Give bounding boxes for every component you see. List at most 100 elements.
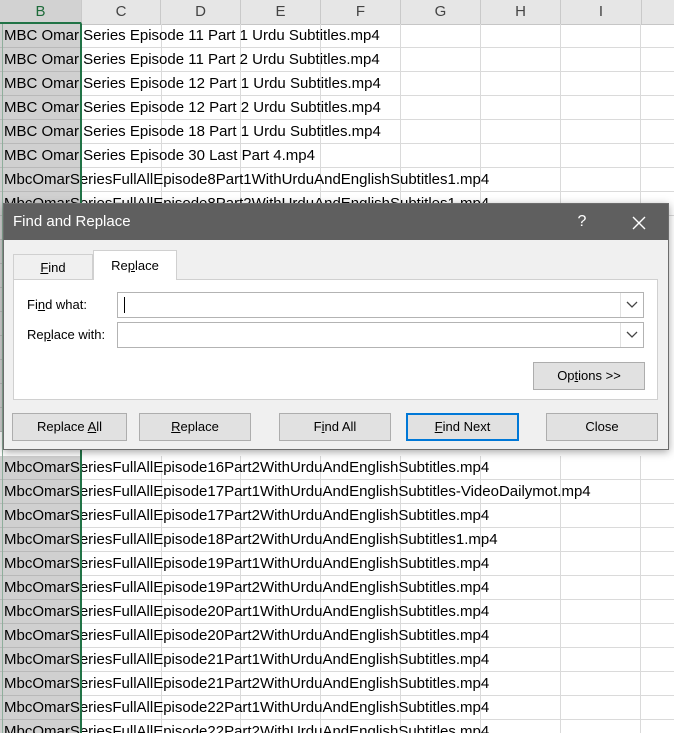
table-row: MbcOmarSeriesFullAllEpisode21Part1WithUr… <box>0 648 674 672</box>
table-row: MbcOmarSeriesFullAllEpisode21Part2WithUr… <box>0 672 674 696</box>
table-row: MbcOmarSeriesFullAllEpisode20Part1WithUr… <box>0 600 674 624</box>
replace-with-label-post: lace with: <box>50 327 106 342</box>
tab-replace-label-pre: Re <box>111 258 128 273</box>
grid-line <box>560 144 561 168</box>
table-row: MbcOmarSeriesFullAllEpisode20Part2WithUr… <box>0 624 674 648</box>
grid-line <box>560 168 561 192</box>
cell-value: MBC Omar Series Episode 12 Part 1 Urdu S… <box>4 75 381 92</box>
replace-all-label-key: A <box>87 419 97 434</box>
find-what-label-pre: Fi <box>27 297 38 312</box>
find-what-input[interactable] <box>122 295 612 315</box>
cell-value: MbcOmarSeriesFullAllEpisode19Part2WithUr… <box>4 579 490 596</box>
table-row: MbcOmarSeriesFullAllEpisode17Part1WithUr… <box>0 480 674 504</box>
cell-value: MbcOmarSeriesFullAllEpisode18Part2WithUr… <box>4 531 498 548</box>
grid-line <box>560 528 561 552</box>
cell-value: MBC Omar Series Episode 11 Part 1 Urdu S… <box>4 27 380 44</box>
grid-line <box>640 96 641 120</box>
table-row: MbcOmarSeriesFullAllEpisode18Part2WithUr… <box>0 528 674 552</box>
cell-value: MbcOmarSeriesFullAllEpisode21Part1WithUr… <box>4 651 490 668</box>
grid-line <box>560 24 561 48</box>
grid-line <box>560 600 561 624</box>
replace-with-combo[interactable] <box>117 322 644 348</box>
table-row: MbcOmarSeriesFullAllEpisode22Part1WithUr… <box>0 696 674 720</box>
grid-line <box>640 600 641 624</box>
find-what-combo[interactable] <box>117 292 644 318</box>
grid-line <box>560 96 561 120</box>
replace-label-key: R <box>171 419 181 434</box>
cell-value: MBC Omar Series Episode 12 Part 2 Urdu S… <box>4 99 381 116</box>
cell-value: MBC Omar Series Episode 18 Part 1 Urdu S… <box>4 123 381 140</box>
cell-value: MbcOmarSeriesFullAllEpisode19Part1WithUr… <box>4 555 490 572</box>
replace-with-input[interactable] <box>122 325 612 345</box>
replace-label-post: eplace <box>180 419 219 434</box>
cell-value: MbcOmarSeriesFullAllEpisode22Part2WithUr… <box>4 723 490 733</box>
grid-line <box>560 672 561 696</box>
replace-all-button[interactable]: Replace All <box>12 413 127 441</box>
column-header-b[interactable]: B <box>0 0 82 24</box>
dialog-titlebar[interactable]: Find and Replace ? <box>4 204 668 240</box>
table-row: MbcOmarSeriesFullAllEpisode8Part1WithUrd… <box>0 168 674 192</box>
cell-value: MbcOmarSeriesFullAllEpisode22Part1WithUr… <box>4 699 490 716</box>
find-next-label-key: F <box>434 419 443 434</box>
cell-value: MBC Omar Series Episode 11 Part 2 Urdu S… <box>4 51 380 68</box>
table-row: MBC Omar Series Episode 12 Part 2 Urdu S… <box>0 96 674 120</box>
find-all-button[interactable]: Find All <box>279 413 391 441</box>
tab-replace-label-post: lace <box>135 258 159 273</box>
grid-line <box>560 48 561 72</box>
grid-line <box>640 720 641 733</box>
grid-line <box>480 144 481 168</box>
table-row: MBC Omar Series Episode 30 Last Part 4.m… <box>0 144 674 168</box>
cell-value: MbcOmarSeriesFullAllEpisode16Part2WithUr… <box>4 459 490 476</box>
grid-line <box>560 120 561 144</box>
replace-button[interactable]: Replace <box>139 413 251 441</box>
column-header-g[interactable]: G <box>401 0 481 24</box>
cell-value: MbcOmarSeriesFullAllEpisode21Part2WithUr… <box>4 675 490 692</box>
grid-line <box>640 648 641 672</box>
cell-value: MbcOmarSeriesFullAllEpisode20Part2WithUr… <box>4 627 490 644</box>
find-all-label-post: nd All <box>324 419 357 434</box>
close-button[interactable]: Close <box>546 413 658 441</box>
find-next-label-post: ind Next <box>442 419 491 434</box>
close-icon-glyph <box>632 216 646 230</box>
close-icon[interactable] <box>624 204 654 240</box>
replace-all-label-pre: Replace <box>36 419 88 434</box>
grid-line <box>560 72 561 96</box>
column-header-c[interactable]: C <box>82 0 161 24</box>
grid-line <box>640 624 641 648</box>
tab-replace[interactable]: Replace <box>93 250 177 280</box>
options-button-label-pre: Op <box>557 368 575 383</box>
table-row: MBC Omar Series Episode 12 Part 1 Urdu S… <box>0 72 674 96</box>
tab-find[interactable]: Find <box>13 254 93 280</box>
find-replace-dialog: Find and Replace ? Find Replace Find wha… <box>3 203 669 450</box>
grid-line <box>480 72 481 96</box>
options-button[interactable]: Options >> <box>533 362 645 390</box>
find-all-label-pre: F <box>313 419 322 434</box>
replace-with-label-pre: Re <box>27 327 44 342</box>
chevron-down-icon[interactable] <box>620 293 643 317</box>
help-button[interactable]: ? <box>569 204 595 240</box>
cell-value: MbcOmarSeriesFullAllEpisode17Part1WithUr… <box>4 483 591 500</box>
column-header-f[interactable]: F <box>321 0 401 24</box>
grid-line <box>400 48 401 72</box>
cell-value: MbcOmarSeriesFullAllEpisode20Part1WithUr… <box>4 603 490 620</box>
table-row: MBC Omar Series Episode 18 Part 1 Urdu S… <box>0 120 674 144</box>
find-next-button[interactable]: Find Next <box>406 413 519 441</box>
grid-line <box>640 696 641 720</box>
grid-line <box>560 552 561 576</box>
grid-line <box>640 456 641 480</box>
chevron-down-icon[interactable] <box>620 323 643 347</box>
table-row: MbcOmarSeriesFullAllEpisode19Part2WithUr… <box>0 576 674 600</box>
column-header-d[interactable]: D <box>161 0 241 24</box>
table-row: MBC Omar Series Episode 11 Part 1 Urdu S… <box>0 24 674 48</box>
tab-replace-label-key: p <box>127 258 135 273</box>
column-header-i[interactable]: I <box>561 0 642 24</box>
column-header-e[interactable]: E <box>241 0 321 24</box>
replace-with-dropdown-glyph <box>626 331 638 338</box>
replace-all-label-post: ll <box>96 419 103 434</box>
cell-value: MbcOmarSeriesFullAllEpisode17Part2WithUr… <box>4 507 490 524</box>
column-header-h[interactable]: H <box>481 0 561 24</box>
find-what-label: Find what: <box>27 297 87 312</box>
grid-line <box>560 648 561 672</box>
grid-line <box>640 528 641 552</box>
cell-value: MBC Omar Series Episode 30 Last Part 4.m… <box>4 147 315 164</box>
